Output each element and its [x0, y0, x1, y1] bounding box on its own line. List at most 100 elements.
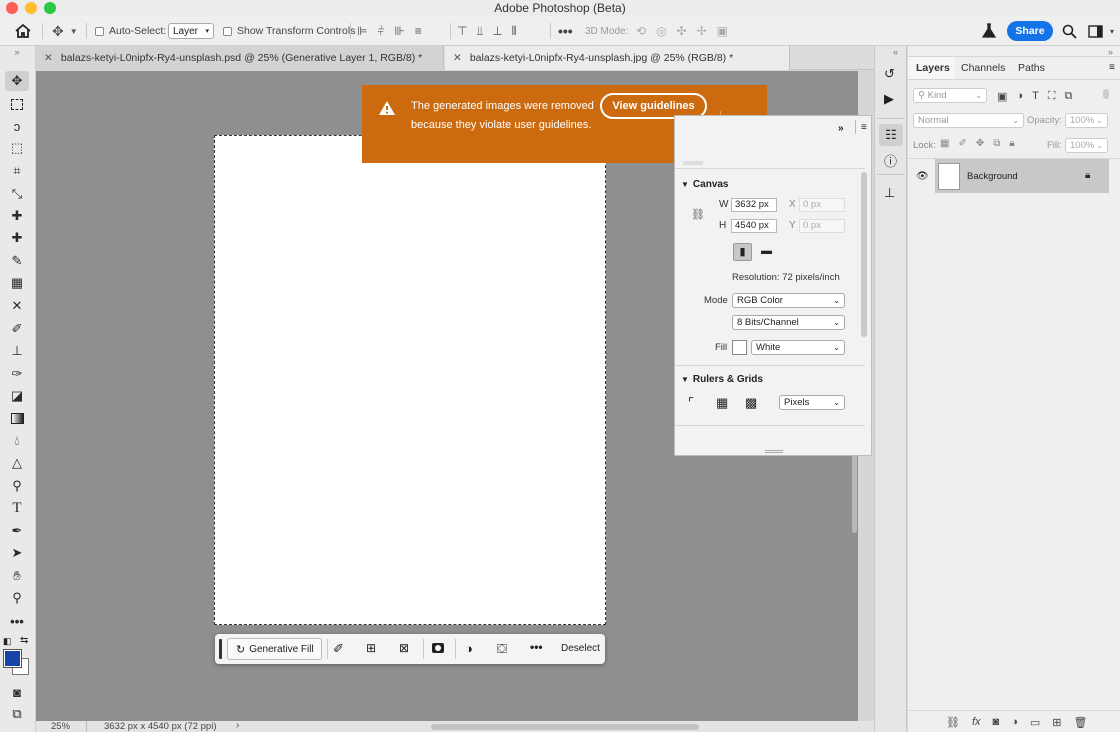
crop-tool[interactable]: ⌗	[5, 161, 29, 181]
resize-grip[interactable]	[765, 450, 783, 453]
workspace-button[interactable]	[1088, 16, 1103, 46]
minimize-window-button[interactable]	[25, 2, 37, 14]
align-bottom-icon[interactable]: ⊥	[492, 24, 502, 38]
brush-tool[interactable]: ✐	[5, 319, 29, 339]
deselect-button[interactable]: Deselect	[561, 643, 600, 654]
portrait-orientation-button[interactable]: ▮	[733, 243, 752, 261]
distribute-icon[interactable]: ≡	[415, 24, 422, 38]
actions-panel-button[interactable]: ▶	[884, 91, 894, 107]
red-eye-tool[interactable]: ✕	[5, 296, 29, 316]
history-panel-button[interactable]: ↺	[884, 66, 895, 82]
rulers-grids-section-header[interactable]: ▼ Rulers & Grids	[681, 374, 763, 385]
collapse-panel-icon[interactable]: »	[5, 47, 29, 57]
panel-menu-icon[interactable]: ≡	[861, 122, 867, 133]
default-colors-icon[interactable]: ◧	[3, 636, 12, 647]
tab-layers[interactable]: Layers	[916, 62, 950, 74]
remove-tool[interactable]: ✚	[5, 228, 29, 248]
color-mode-dropdown[interactable]: RGB Color ⌄	[732, 293, 845, 308]
drag-handle[interactable]	[219, 639, 222, 659]
path-selection-tool[interactable]: ➤	[5, 543, 29, 563]
align-left-icon[interactable]: ⊫	[357, 24, 367, 38]
x-field[interactable]: 0 px	[799, 198, 845, 212]
panel-menu-icon[interactable]: ≡	[1109, 62, 1115, 73]
labs-button[interactable]	[982, 16, 996, 46]
scale-3d-icon[interactable]: ▣	[717, 24, 728, 38]
document-info[interactable]: 3632 px x 4540 px (72 ppi)	[104, 721, 217, 732]
bit-depth-dropdown[interactable]: 8 Bits/Channel ⌄	[732, 315, 845, 330]
opacity-field[interactable]: 100% ⌄	[1065, 113, 1108, 128]
more-options-button[interactable]: •••	[558, 16, 573, 46]
more-menu-button[interactable]: ▾	[1110, 16, 1114, 46]
properties-scroll-thumb[interactable]	[861, 172, 867, 337]
align-top-icon[interactable]: ⊤	[457, 24, 467, 38]
move-tool-preset-button[interactable]: ✥ ▼	[52, 16, 78, 46]
home-button[interactable]	[14, 16, 32, 46]
rulers-toggle[interactable]: ⌜	[688, 395, 694, 411]
transform-selection-button[interactable]: ⊠	[399, 641, 409, 655]
zoom-tool[interactable]: ⚲	[5, 588, 29, 608]
tab-jpg-document[interactable]: ✕ balazs-ketyi-L0nipfx-Ry4-unsplash.jpg @…	[445, 46, 790, 70]
info-panel-button[interactable]: ⓘ	[884, 151, 897, 170]
blur-tool[interactable]: 💧︎	[5, 431, 29, 451]
type-filter-icon[interactable]: T	[1032, 90, 1039, 103]
grid-toggle[interactable]: ▦	[716, 395, 728, 411]
delete-layer-icon[interactable]: 🗑︎	[1073, 716, 1087, 729]
type-tool[interactable]: T	[5, 498, 29, 518]
blend-mode-dropdown[interactable]: Normal ⌄	[913, 113, 1024, 128]
distribute-vertical-icon[interactable]: ⫴	[512, 24, 517, 39]
adjustment-layer-button[interactable]: ◑	[465, 641, 473, 656]
close-window-button[interactable]	[6, 2, 18, 14]
clone-stamp-tool[interactable]: ⊥	[5, 341, 29, 361]
share-button[interactable]: Share	[1007, 21, 1053, 41]
filter-toggle[interactable]	[1103, 89, 1109, 99]
more-options-button[interactable]: •••	[530, 640, 543, 654]
edit-toolbar-button[interactable]: •••	[5, 611, 29, 631]
fill-selection-button[interactable]: ⛋	[497, 641, 507, 657]
screen-mode-button[interactable]: ⧉	[5, 704, 29, 724]
lock-position-icon[interactable]: ✥	[976, 138, 984, 149]
zoom-level[interactable]: 25%	[51, 721, 70, 732]
collapse-panel-icon[interactable]: »	[838, 123, 844, 134]
add-mask-icon[interactable]: ◙	[993, 716, 1000, 729]
lock-transparent-icon[interactable]: ▦	[940, 138, 949, 149]
fill-dropdown[interactable]: White ⌄	[751, 340, 845, 355]
tab-psd-document[interactable]: ✕ balazs-ketyi-L0nipfx-Ry4-unsplash.psd @…	[36, 46, 444, 70]
move-tool[interactable]: ✥	[5, 71, 29, 91]
artboard-lock-icon[interactable]: ⧉	[993, 138, 1000, 149]
landscape-orientation-button[interactable]: ▬	[757, 243, 776, 261]
new-group-icon[interactable]: ▭	[1030, 716, 1040, 729]
swap-colors-icon[interactable]: ⇆	[20, 635, 28, 646]
select-subject-button[interactable]: ⊞	[366, 641, 376, 655]
pixel-filter-icon[interactable]: ▣	[997, 90, 1007, 103]
spot-healing-tool[interactable]: ✚	[5, 206, 29, 226]
auto-select-checkbox[interactable]: Auto-Select:	[95, 16, 166, 46]
marquee-tool[interactable]	[5, 94, 29, 114]
zoom-window-button[interactable]	[44, 2, 56, 14]
slide-3d-icon[interactable]: ✢	[697, 24, 707, 38]
shape-filter-icon[interactable]: ⛶	[1048, 90, 1056, 103]
sharpen-tool[interactable]: △	[5, 453, 29, 473]
pen-tool[interactable]: ✒	[5, 521, 29, 541]
auto-select-dropdown[interactable]: Layer ▾	[168, 23, 214, 39]
close-tab-icon[interactable]: ✕	[453, 52, 462, 64]
new-layer-icon[interactable]: ⊞	[1052, 716, 1061, 729]
tab-paths[interactable]: Paths	[1018, 62, 1045, 74]
document-canvas[interactable]	[214, 135, 606, 625]
roll-3d-icon[interactable]: ◎	[656, 24, 666, 38]
foreground-color-swatch[interactable]	[3, 649, 22, 668]
close-tab-icon[interactable]: ✕	[44, 52, 53, 64]
show-transform-controls-checkbox[interactable]: Show Transform Controls	[223, 16, 355, 46]
y-field[interactable]: 0 px	[799, 219, 845, 233]
hand-tool[interactable]: ✋︎	[5, 566, 29, 586]
generative-fill-button[interactable]: ↻ Generative Fill	[227, 638, 322, 660]
lock-all-icon[interactable]: 🔒︎	[1009, 138, 1014, 149]
lasso-tool[interactable]: ↄ	[5, 116, 29, 136]
adjustment-filter-icon[interactable]: ◑	[1016, 90, 1023, 103]
patch-tool[interactable]: ✎	[5, 251, 29, 271]
layer-filter-dropdown[interactable]: ⚲ Kind ⌄	[913, 88, 987, 103]
search-button[interactable]	[1062, 16, 1077, 46]
align-center-icon[interactable]: ⫩	[377, 24, 384, 39]
pan-3d-icon[interactable]: ✣	[677, 24, 687, 38]
new-adjustment-icon[interactable]: ◑	[1011, 716, 1018, 729]
dodge-tool[interactable]: ⚲	[5, 476, 29, 496]
